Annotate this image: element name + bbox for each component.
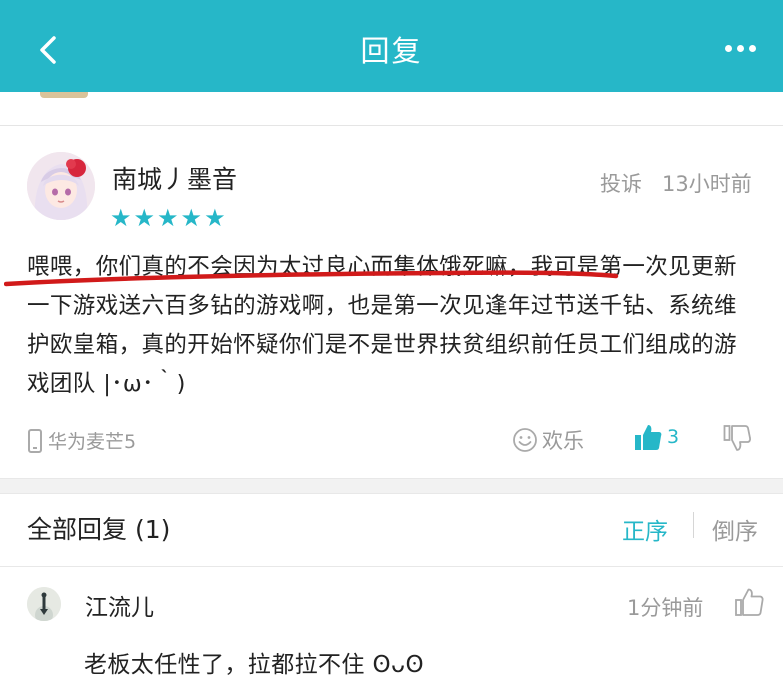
sort-descending-button[interactable]: 倒序 [712, 512, 758, 546]
smile-icon [513, 428, 537, 452]
rating-stars: ★★★★★ [110, 206, 228, 230]
avatar-image [27, 587, 61, 621]
like-count: 3 [667, 426, 680, 448]
thumbs-down-icon[interactable] [722, 423, 752, 453]
review-time: 13小时前 [662, 172, 752, 196]
avatar-image [27, 152, 95, 220]
funny-label: 欢乐 [542, 429, 584, 453]
thumbs-up-icon[interactable] [733, 586, 765, 618]
sort-ascending-button[interactable]: 正序 [622, 512, 668, 546]
star-icon: ★ [110, 204, 132, 232]
like-button[interactable]: 3 [633, 422, 679, 452]
review-content: 喂喂，你们真的不会因为太过良心而集体饿死嘛，我可是第一次见更新一下游戏送六百多钻… [27, 254, 737, 397]
thumbs-up-icon [635, 425, 662, 450]
review-avatar[interactable] [27, 152, 95, 220]
reply-content: 老板太任性了，拉都拉不住 ʘᴗʘ [84, 652, 424, 678]
star-icon: ★ [133, 204, 156, 232]
section-divider [0, 478, 783, 494]
reply-time: 1分钟前 [627, 596, 704, 620]
review-username[interactable]: 南城丿墨音 [112, 160, 237, 196]
reply-avatar[interactable] [27, 587, 61, 621]
device-info: 华为麦芒5 [28, 427, 136, 454]
clipped-image-fragment [40, 92, 88, 98]
sort-separator [693, 512, 694, 538]
funny-button[interactable]: 欢乐 [512, 425, 584, 455]
device-name: 华为麦芒5 [48, 431, 137, 453]
replies-title: 全部回复 (1) [27, 515, 171, 544]
more-dots-icon[interactable] [721, 38, 761, 58]
star-icon: ★ [204, 204, 226, 232]
previous-content-strip [0, 92, 783, 126]
star-icon: ★ [157, 204, 179, 232]
replies-divider [0, 566, 783, 567]
page-title: 回复 [360, 34, 423, 68]
star-icon: ★ [180, 204, 203, 232]
app-header: 回复 [0, 0, 783, 92]
reply-username[interactable]: 江流儿 [85, 588, 154, 622]
report-button[interactable]: 投诉 [600, 168, 642, 198]
phone-icon [28, 428, 42, 453]
